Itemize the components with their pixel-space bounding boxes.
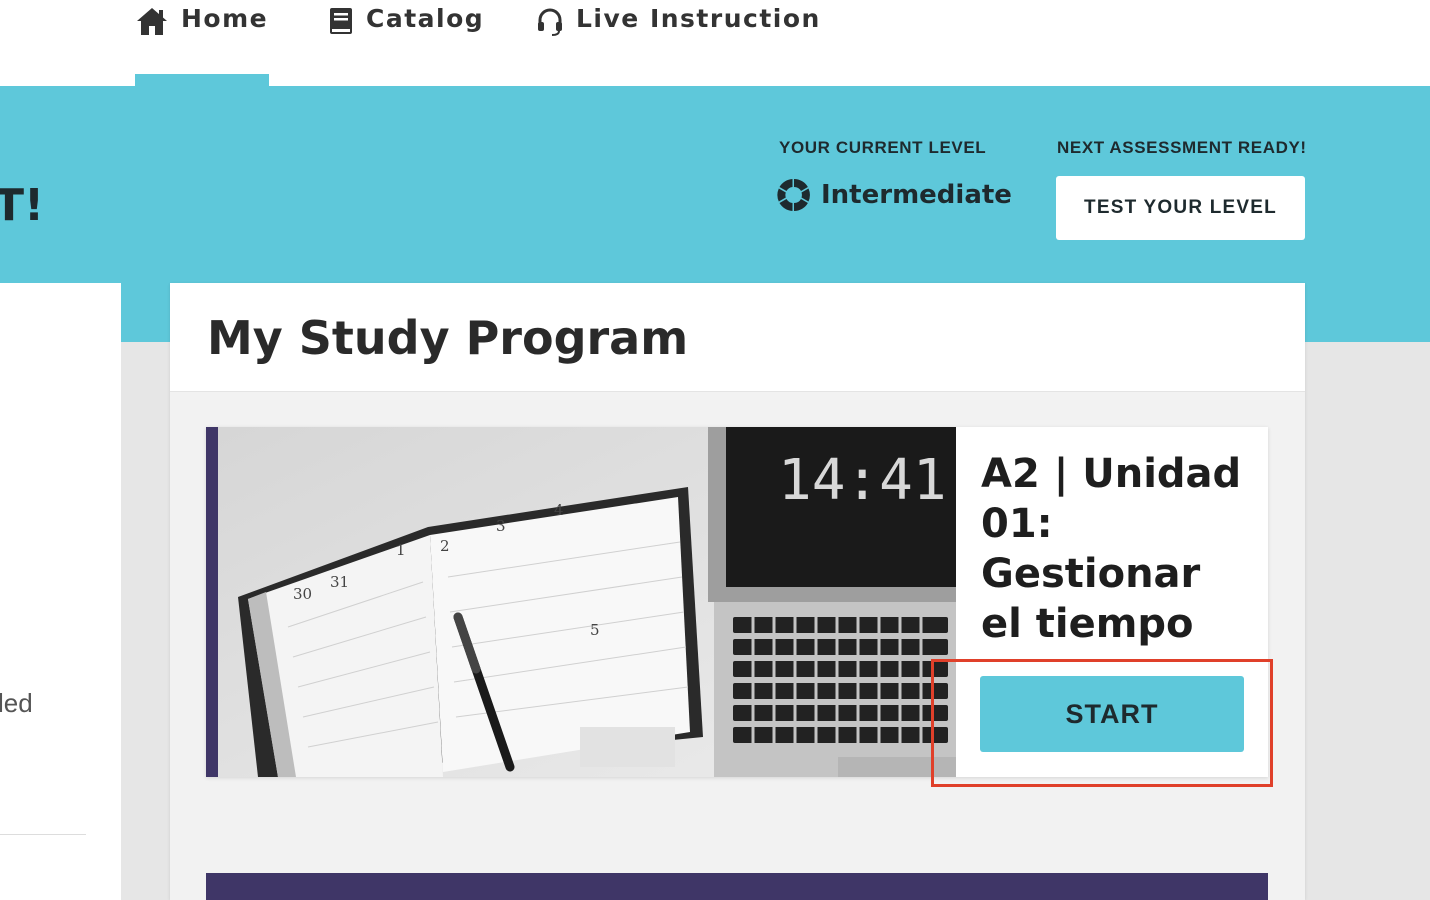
diary-page-number: 2	[440, 537, 450, 555]
next-course-card[interactable]	[206, 873, 1268, 900]
current-level-label: YOUR CURRENT LEVEL	[779, 138, 987, 157]
diary-page-number: 1	[396, 541, 406, 559]
nav-home[interactable]: Home	[135, 0, 269, 86]
diary-page-number: 30	[293, 585, 312, 603]
diary-page-number: 31	[330, 573, 349, 591]
nav-active-indicator	[135, 74, 269, 86]
top-navigation: Home Catalog Live Instruction	[0, 0, 1430, 86]
course-accent-bar	[206, 427, 218, 777]
diary-page-number: 5	[590, 621, 600, 639]
page-title: My Study Program	[207, 311, 689, 365]
diary-page-number: 4	[554, 501, 564, 519]
study-program-header: My Study Program	[170, 283, 1305, 392]
diary-page-number: 3	[496, 517, 506, 535]
headset-icon	[536, 6, 564, 36]
left-card-text: led	[0, 688, 33, 718]
banner-title: T!	[0, 180, 45, 231]
nav-catalog[interactable]: Catalog	[328, 0, 484, 86]
nav-live-instruction[interactable]: Live Instruction	[536, 0, 821, 86]
level-progress-icon	[777, 178, 811, 212]
start-button-highlight	[931, 659, 1273, 787]
course-thumbnail[interactable]: 14:41 30 31 1 2 3 4 5	[218, 427, 956, 777]
course-thumbnail-illustration: 14:41 30 31 1 2 3 4 5	[218, 427, 956, 777]
next-assessment-label: NEXT ASSESSMENT READY!	[1057, 138, 1307, 157]
left-card-divider	[0, 834, 86, 835]
clock-text: 14:41	[778, 448, 947, 513]
left-side-card	[0, 283, 121, 900]
nav-live-label: Live Instruction	[576, 4, 821, 33]
home-icon	[135, 6, 169, 36]
current-level-text: Intermediate	[821, 180, 1012, 210]
current-level-value: Intermediate	[777, 178, 1012, 212]
nav-catalog-label: Catalog	[366, 4, 485, 33]
nav-home-label: Home	[181, 4, 269, 33]
book-icon	[328, 6, 354, 36]
test-your-level-button[interactable]: TEST YOUR LEVEL	[1056, 176, 1305, 240]
course-title: A2 | Unidad 01: Gestionar el tiempo	[981, 451, 1242, 647]
